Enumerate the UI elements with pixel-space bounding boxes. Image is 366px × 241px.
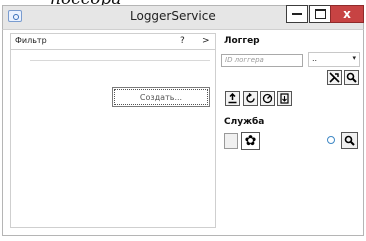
logger-list-pane[interactable] — [10, 33, 216, 228]
divider — [30, 60, 210, 61]
filter-label: Фильтр — [15, 36, 47, 45]
close-icon[interactable]: x — [330, 5, 364, 23]
app-icon[interactable] — [8, 10, 22, 22]
upload-icon[interactable] — [225, 91, 240, 106]
export-icon[interactable] — [277, 91, 292, 106]
create-button[interactable]: Создать... — [112, 87, 210, 107]
create-button-label: Создать... — [114, 89, 208, 105]
logger-type-value: .. — [312, 54, 318, 63]
chevron-down-icon: ▾ — [352, 54, 356, 62]
connect-icon[interactable] — [327, 70, 342, 85]
service-search-icon[interactable] — [341, 132, 358, 149]
minimize-icon[interactable] — [286, 5, 308, 23]
logger-service-window: LoggerService x Фильтр ? > Создать... Ло… — [0, 0, 366, 241]
status-indicator-icon — [327, 136, 335, 144]
logger-header: Логгер — [224, 36, 260, 46]
settings-icon[interactable]: ✿ — [241, 132, 260, 150]
logger-type-select[interactable]: .. ▾ — [308, 52, 360, 67]
refresh-icon[interactable] — [243, 91, 258, 106]
service-header: Служба — [224, 117, 265, 127]
help-button[interactable]: ? — [180, 36, 185, 46]
maximize-icon[interactable] — [309, 5, 331, 23]
search-icon[interactable] — [344, 70, 359, 85]
service-status-box — [224, 133, 238, 149]
logger-id-input[interactable]: ID логгера — [221, 54, 303, 67]
window-title: LoggerService — [130, 9, 216, 23]
gauge-icon[interactable] — [260, 91, 275, 106]
expand-button[interactable]: > — [202, 36, 210, 46]
